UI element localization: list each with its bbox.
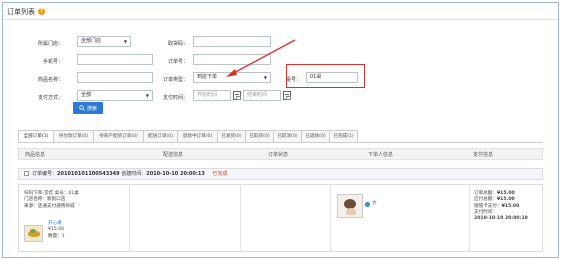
order-status: 已完成 <box>212 171 228 177</box>
order-row-header: 订单编号：201010101100543349 创建时间：2010-10-10 … <box>18 168 543 180</box>
pay-line-value: ¥15.00 <box>501 203 520 209</box>
header-divider <box>3 19 558 20</box>
end-time-input[interactable]: 结束时间 <box>243 90 281 101</box>
store-label: 所属门店： <box>37 41 63 47</box>
order-number: 201010101100543349 <box>57 171 120 177</box>
col-product: 商品信息 <box>25 152 46 158</box>
search-button[interactable]: 搜索 <box>73 102 103 114</box>
calendar-icon[interactable] <box>283 91 291 100</box>
page-title: 订单列表 <box>7 7 35 16</box>
phone-label: 手机号： <box>42 59 63 65</box>
pay-line-label: 支付时间： <box>474 209 497 215</box>
product-name-label: 商品名称： <box>37 77 63 83</box>
pay-method-label: 支付方式： <box>37 95 63 101</box>
col-payment: 支付信息 <box>473 152 494 158</box>
phone-input[interactable] <box>77 54 153 65</box>
panel-header: 订单列表 ? <box>7 5 45 18</box>
col-status: 订单状态 <box>268 152 289 158</box>
search-icon <box>79 105 85 111</box>
start-time-input[interactable]: 开始时间 <box>193 90 231 101</box>
product-name-input[interactable] <box>77 72 153 83</box>
product-image[interactable] <box>24 225 43 242</box>
help-icon[interactable]: ? <box>38 8 45 15</box>
calendar-icon[interactable] <box>233 91 241 100</box>
pay-line-value: ¥15.00 <box>496 191 515 196</box>
order-source-info: 扫码下单-堂吃 桌号：01桌 门店名称：新街口店 来源：店通支付通用商城 <box>24 191 79 210</box>
pay-method-value: 全部 <box>81 92 92 98</box>
info-line: 来源：店通支付通用商城 <box>24 203 75 209</box>
store-select[interactable]: 全部门店 ▼ <box>77 36 131 47</box>
pay-time-value: 2010-10-10 20:00:19 <box>474 216 528 222</box>
product-price: ¥15.00 <box>48 227 65 233</box>
col-delivery: 配送信息 <box>163 152 184 158</box>
order-row: 扫码下单-堂吃 桌号：01桌 门店名称：新街口店 来源：店通支付通用商城 开心果… <box>18 184 543 252</box>
buyer-name: 大 <box>372 201 377 206</box>
chat-icon[interactable] <box>365 202 370 207</box>
store-select-value: 全部门店 <box>81 38 102 44</box>
order-list-panel: 订单列表 ? 所属门店： 全部门店 ▼ 取货码： 手机号： 订单号： 商品名称：… <box>2 2 559 258</box>
cell-divider <box>330 185 331 251</box>
pay-line-label: 订单总额： <box>474 191 497 196</box>
order-no-label: 订单号： <box>167 59 188 65</box>
pay-line-value: ¥15.00 <box>496 197 515 203</box>
created-time: 2010-10-10 20:00:13 <box>146 171 205 177</box>
search-button-label: 搜索 <box>86 105 97 112</box>
pickup-code-label: 取货码： <box>167 41 188 47</box>
col-buyer: 下单人信息 <box>368 152 394 158</box>
pay-time-label: 支付时间： <box>162 95 188 101</box>
order-no-caption: 订单编号： <box>32 171 58 177</box>
avatar <box>337 194 363 218</box>
tabs-divider <box>18 142 543 143</box>
order-type-value: 到店下单 <box>197 74 218 80</box>
payment-info: 订单总额：¥15.00 应付总额：¥15.00 储值卡支付：¥15.00 支付时… <box>474 191 528 222</box>
product-qty: 数量：1 <box>48 233 65 239</box>
created-caption: 创建时间： <box>121 171 147 177</box>
annotation-arrow <box>226 39 296 77</box>
cell-divider <box>240 185 241 251</box>
order-type-label: 订单类型： <box>162 77 188 83</box>
chevron-down-icon: ▼ <box>123 39 127 44</box>
cell-divider <box>129 185 130 251</box>
product-info: 开心果 ¥15.00 数量：1 <box>48 221 65 240</box>
pay-line-label: 储值卡支付： <box>474 203 502 209</box>
order-checkbox[interactable] <box>24 171 29 176</box>
pay-line-label: 应付总额： <box>474 197 497 203</box>
pay-method-select[interactable]: 全部 ▼ <box>77 90 153 101</box>
cell-divider <box>469 185 470 251</box>
